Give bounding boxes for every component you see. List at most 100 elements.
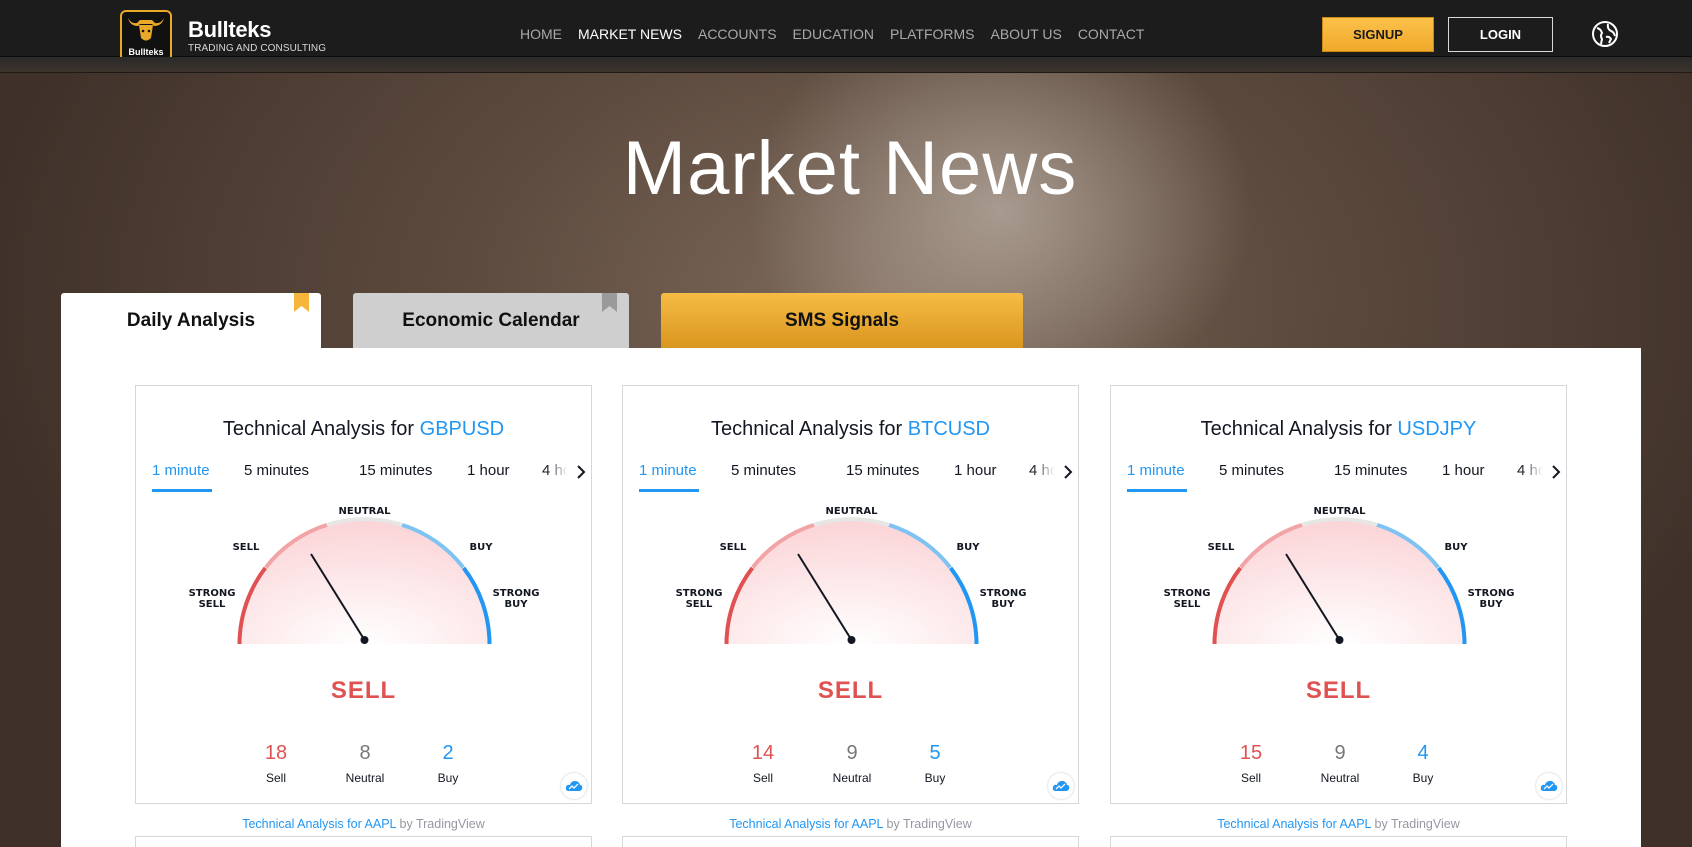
symbol-link[interactable]: GBPUSD — [420, 418, 504, 440]
timeframe-tab-1-minute[interactable]: 1 minute — [639, 462, 697, 479]
neutral-count: 8 Neutral — [325, 742, 405, 785]
tradingview-logo-icon[interactable] — [561, 773, 587, 799]
recommendation-gauge: STRONG SELL SELL NEUTRAL BUY STRONG BUY — [1164, 506, 1514, 645]
gauge-label-neutral: NEUTRAL — [826, 506, 879, 517]
timeframe-tabs: 1 minute 5 minutes 15 minutes 1 hour 4 h… — [152, 462, 572, 484]
main-nav: HOME MARKET NEWS ACCOUNTS EDUCATION PLAT… — [520, 26, 1160, 42]
sell-count-value: 18 — [264, 742, 288, 764]
gauge-label-neutral: NEUTRAL — [1314, 506, 1367, 517]
nav-item-accounts[interactable]: ACCOUNTS — [698, 26, 777, 42]
brand-tagline: TRADING AND CONSULTING — [188, 42, 327, 54]
nav-item-contact[interactable]: CONTACT — [1078, 26, 1145, 42]
neutral-count-value: 8 — [359, 742, 371, 764]
gauge-label-strong-sell: STRONG SELL — [189, 588, 236, 610]
nav-item-market-news[interactable]: MARKET NEWS — [578, 26, 682, 42]
widget-title: Technical Analysis for BTCUSD — [623, 418, 1078, 441]
chevron-right-icon[interactable] — [576, 464, 586, 480]
gauge-label-buy: BUY — [1445, 542, 1469, 553]
neutral-count: 9 Neutral — [1300, 742, 1380, 785]
timeframe-tab-1-minute[interactable]: 1 minute — [1127, 462, 1185, 479]
sell-count-value: 15 — [1239, 742, 1263, 764]
bookmark-icon — [602, 293, 617, 312]
signup-button[interactable]: SIGNUP — [1322, 17, 1434, 52]
tab-economic-calendar[interactable]: Economic Calendar — [353, 293, 629, 348]
bookmark-icon — [294, 293, 309, 312]
attribution-by-tradingview: by TradingView — [883, 817, 972, 831]
gauge-fill — [1214, 519, 1465, 644]
buy-count: 4 Buy — [1383, 742, 1463, 785]
timeframe-tab-1-hour[interactable]: 1 hour — [467, 462, 510, 479]
technical-analysis-widget: Technical Analysis for GBPUSD 1 minute 5… — [135, 385, 592, 804]
tab-sms-signals[interactable]: SMS Signals — [661, 293, 1023, 348]
active-timeframe-underline — [1127, 489, 1187, 492]
timeframe-tab-1-hour[interactable]: 1 hour — [1442, 462, 1485, 479]
summary-signal: SELL — [1305, 677, 1372, 704]
timeframe-tab-1-hour[interactable]: 1 hour — [954, 462, 997, 479]
sell-count: 14 Sell — [723, 742, 803, 785]
symbol-link[interactable]: USDJPY — [1397, 418, 1476, 440]
gauge-pivot — [1335, 636, 1344, 644]
gauge-label-strong-sell: STRONG SELL — [676, 588, 723, 610]
attribution-link[interactable]: Technical Analysis for AAPL — [729, 817, 883, 831]
timeframe-tab-5-minutes[interactable]: 5 minutes — [244, 462, 309, 479]
timeframe-tabs: 1 minute 5 minutes 15 minutes 1 hour 4 h… — [1127, 462, 1547, 484]
globe-icon[interactable] — [1591, 20, 1619, 48]
nav-item-home[interactable]: HOME — [520, 26, 562, 42]
timeframe-tab-1-minute[interactable]: 1 minute — [152, 462, 210, 479]
recommendation-gauge: STRONG SELL SELL NEUTRAL BUY STRONG BUY — [189, 506, 539, 645]
neutral-count-label: Neutral — [832, 771, 872, 785]
gauge-fill — [239, 519, 490, 644]
gauge-label-buy: BUY — [957, 542, 981, 553]
timeframe-tab-15-minutes[interactable]: 15 minutes — [1334, 462, 1407, 479]
chevron-right-icon[interactable] — [1063, 464, 1073, 480]
nav-item-platforms[interactable]: PLATFORMS — [890, 26, 975, 42]
recommendation-gauge: STRONG SELL SELL NEUTRAL BUY STRONG BUY — [676, 506, 1026, 645]
timeframe-tab-15-minutes[interactable]: 15 minutes — [359, 462, 432, 479]
nav-item-about-us[interactable]: ABOUT US — [991, 26, 1062, 42]
top-navigation-bar: Bullteks Bullteks TRADING AND CONSULTING… — [0, 0, 1692, 62]
technical-analysis-widget: Technical Analysis for USDJPY 1 minute 5… — [1110, 385, 1567, 804]
neutral-count-value: 9 — [1334, 742, 1346, 764]
next-widget-card — [622, 836, 1079, 847]
buy-count-label: Buy — [437, 771, 459, 785]
timeframe-tab-15-minutes[interactable]: 15 minutes — [846, 462, 919, 479]
login-button[interactable]: LOGIN — [1448, 17, 1553, 52]
tab-label: Economic Calendar — [402, 309, 580, 331]
gauge-pivot — [847, 636, 856, 644]
sell-count: 18 Sell — [236, 742, 316, 785]
widget-attribution: Technical Analysis for AAPL by TradingVi… — [135, 817, 592, 831]
chevron-right-icon[interactable] — [1551, 464, 1561, 480]
widget-title-prefix: Technical Analysis for — [1200, 418, 1398, 440]
tab-label: SMS Signals — [784, 309, 900, 331]
gauge-label-sell: SELL — [1208, 542, 1235, 553]
tradingview-logo-icon[interactable] — [1536, 773, 1562, 799]
attribution-link[interactable]: Technical Analysis for AAPL — [1217, 817, 1371, 831]
nav-item-education[interactable]: EDUCATION — [793, 26, 874, 42]
sell-count-label: Sell — [752, 771, 773, 785]
next-widget-card — [135, 836, 592, 847]
active-timeframe-underline — [639, 489, 699, 492]
bull-logo-icon: Bullteks — [120, 10, 172, 62]
buy-count: 2 Buy — [408, 742, 488, 785]
timeframe-tab-5-minutes[interactable]: 5 minutes — [1219, 462, 1284, 479]
attribution-by-tradingview: by TradingView — [396, 817, 485, 831]
gauge-label-neutral: NEUTRAL — [339, 506, 392, 517]
neutral-count-label: Neutral — [1320, 771, 1360, 785]
neutral-count: 9 Neutral — [812, 742, 892, 785]
brand-logo[interactable]: Bullteks Bullteks TRADING AND CONSULTING — [120, 10, 326, 62]
brand-name: Bullteks — [188, 16, 272, 42]
timeframe-tab-5-minutes[interactable]: 5 minutes — [731, 462, 796, 479]
attribution-link[interactable]: Technical Analysis for AAPL — [242, 817, 396, 831]
widget-title: Technical Analysis for USDJPY — [1111, 418, 1566, 441]
timeframe-tabs: 1 minute 5 minutes 15 minutes 1 hour 4 h… — [639, 462, 1059, 484]
next-widget-card — [1110, 836, 1567, 847]
summary-signal: SELL — [330, 677, 397, 704]
symbol-link[interactable]: BTCUSD — [908, 418, 990, 440]
tradingview-logo-icon[interactable] — [1048, 773, 1074, 799]
technical-analysis-widget: Technical Analysis for BTCUSD 1 minute 5… — [622, 385, 1079, 804]
widget-title-prefix: Technical Analysis for — [222, 418, 420, 440]
buy-count-value: 5 — [929, 742, 941, 764]
widget-title: Technical Analysis for GBPUSD — [136, 418, 591, 441]
neutral-count-label: Neutral — [345, 771, 385, 785]
tab-daily-analysis[interactable]: Daily Analysis — [61, 293, 321, 349]
